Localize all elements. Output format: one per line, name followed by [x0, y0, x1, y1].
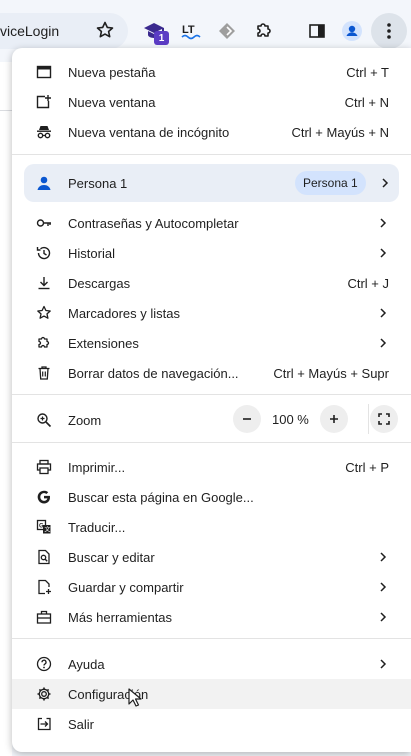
- menu-item-label: Imprimir...: [68, 459, 126, 475]
- menu-item-new-tab[interactable]: Nueva pestaña Ctrl + T: [12, 57, 411, 87]
- shortcut-label: Ctrl + Mayús + Supr: [273, 365, 389, 381]
- zoom-row: Zoom: [12, 405, 411, 435]
- menu-item-label: Extensiones: [68, 335, 139, 351]
- new-window-icon: [36, 94, 52, 110]
- menu-item-label: Ayuda: [68, 656, 105, 672]
- chrome-menu-button[interactable]: [371, 13, 407, 49]
- menu-item-label: Borrar datos de navegación...: [68, 365, 239, 381]
- menu-item-bookmarks[interactable]: Marcadores y listas: [12, 298, 411, 328]
- trash-icon: [36, 365, 52, 381]
- shortcut-label: Ctrl + N: [344, 94, 389, 110]
- menu-item-label: Historial: [68, 245, 115, 261]
- extension-badge: 1: [154, 31, 169, 45]
- gear-icon: [36, 686, 52, 702]
- chevron-right-icon: [379, 248, 389, 258]
- menu-item-label: Más herramientas: [68, 609, 173, 625]
- menu-item-label: Salir: [68, 716, 95, 732]
- menu-item-label: Nueva pestaña: [68, 64, 156, 80]
- shortcut-label: Ctrl + P: [345, 459, 389, 475]
- divider: [12, 394, 411, 395]
- find-in-page-icon: [36, 549, 52, 565]
- menu-item-search-google[interactable]: Buscar esta página en Google...: [12, 482, 411, 512]
- shortcut-label: Ctrl + T: [346, 64, 389, 80]
- chevron-right-icon: [379, 582, 389, 592]
- zoom-in-button[interactable]: [320, 405, 348, 433]
- zoom-magnifier-icon: [36, 412, 52, 428]
- menu-item-save-share[interactable]: Guardar y compartir: [12, 572, 411, 602]
- menu-item-settings[interactable]: Configuración: [12, 679, 411, 709]
- chevron-right-icon: [379, 218, 389, 228]
- divider: [12, 638, 411, 639]
- menu-item-incognito[interactable]: Nueva ventana de incógnito Ctrl + Mayús …: [12, 117, 411, 147]
- profile-pill: Persona 1: [295, 171, 366, 195]
- diamond-extension-icon[interactable]: [216, 20, 238, 42]
- mouse-cursor-icon: [128, 688, 142, 708]
- menu-item-label: Guardar y compartir: [68, 579, 184, 595]
- download-icon: [36, 275, 52, 291]
- google-g-icon: [36, 489, 52, 505]
- history-icon: [36, 245, 52, 261]
- divider: [368, 404, 369, 434]
- menu-item-print[interactable]: Imprimir... Ctrl + P: [12, 452, 411, 482]
- chevron-right-icon: [379, 338, 389, 348]
- divider: [12, 154, 411, 155]
- chrome-menu: Nueva pestaña Ctrl + T Nueva ventana Ctr…: [12, 48, 411, 752]
- menu-item-label: Nueva ventana: [68, 94, 156, 110]
- shortcut-label: Ctrl + J: [347, 275, 389, 291]
- svg-text:文: 文: [44, 526, 50, 534]
- menu-item-passwords[interactable]: Contraseñas y Autocompletar: [12, 208, 411, 238]
- profile-name: Persona 1: [68, 176, 128, 191]
- menu-item-find-edit[interactable]: Buscar y editar: [12, 542, 411, 572]
- menu-item-clear-data[interactable]: Borrar datos de navegación... Ctrl + May…: [12, 358, 411, 388]
- star-icon: [36, 305, 52, 321]
- chevron-right-icon: [379, 612, 389, 622]
- menu-item-label: Contraseñas y Autocompletar: [68, 215, 239, 231]
- person-icon: [36, 175, 52, 191]
- menu-item-downloads[interactable]: Descargas Ctrl + J: [12, 268, 411, 298]
- menu-item-translate[interactable]: G文 Traducir...: [12, 512, 411, 542]
- menu-item-label: Nueva ventana de incógnito: [68, 124, 230, 140]
- save-share-icon: [36, 579, 52, 595]
- printer-icon: [36, 459, 52, 475]
- chevron-right-icon: [381, 178, 389, 188]
- zoom-label: Zoom: [68, 412, 102, 428]
- address-text: viceLogin: [0, 23, 60, 39]
- menu-item-new-window[interactable]: Nueva ventana Ctrl + N: [12, 87, 411, 117]
- toolbox-icon: [36, 609, 52, 625]
- chevron-right-icon: [379, 659, 389, 669]
- key-icon: [36, 215, 52, 231]
- extensions-puzzle-icon[interactable]: [253, 20, 275, 42]
- menu-item-label: Descargas: [68, 275, 131, 291]
- help-icon: [36, 656, 52, 672]
- fullscreen-button[interactable]: [370, 405, 398, 433]
- menu-item-label: Marcadores y listas: [68, 305, 180, 321]
- svg-text:LT: LT: [182, 24, 195, 36]
- zoom-out-button[interactable]: [233, 405, 261, 433]
- languagetool-extension-icon[interactable]: LT: [180, 20, 202, 42]
- profile-avatar-icon[interactable]: [341, 20, 363, 42]
- bookmark-star-icon[interactable]: [95, 20, 115, 40]
- new-tab-icon: [36, 64, 52, 80]
- translate-icon: G文: [36, 519, 52, 535]
- shortcut-label: Ctrl + Mayús + N: [291, 124, 389, 140]
- zoom-value: 100 %: [272, 412, 309, 427]
- puzzle-icon: [36, 335, 52, 351]
- side-panel-icon[interactable]: [306, 20, 328, 42]
- menu-item-label: Buscar esta página en Google...: [68, 489, 254, 505]
- menu-item-more-tools[interactable]: Más herramientas: [12, 602, 411, 632]
- exit-icon: [36, 716, 52, 732]
- divider: [0, 110, 12, 111]
- chevron-right-icon: [379, 552, 389, 562]
- menu-item-extensions[interactable]: Extensiones: [12, 328, 411, 358]
- divider: [12, 442, 411, 443]
- menu-item-help[interactable]: Ayuda: [12, 649, 411, 679]
- menu-item-label: Buscar y editar: [68, 549, 155, 565]
- chevron-right-icon: [379, 308, 389, 318]
- menu-item-label: Traducir...: [68, 519, 126, 535]
- page-content-peek: [0, 62, 12, 756]
- incognito-icon: [36, 124, 52, 140]
- menu-item-exit[interactable]: Salir: [12, 709, 411, 739]
- menu-item-history[interactable]: Historial: [12, 238, 411, 268]
